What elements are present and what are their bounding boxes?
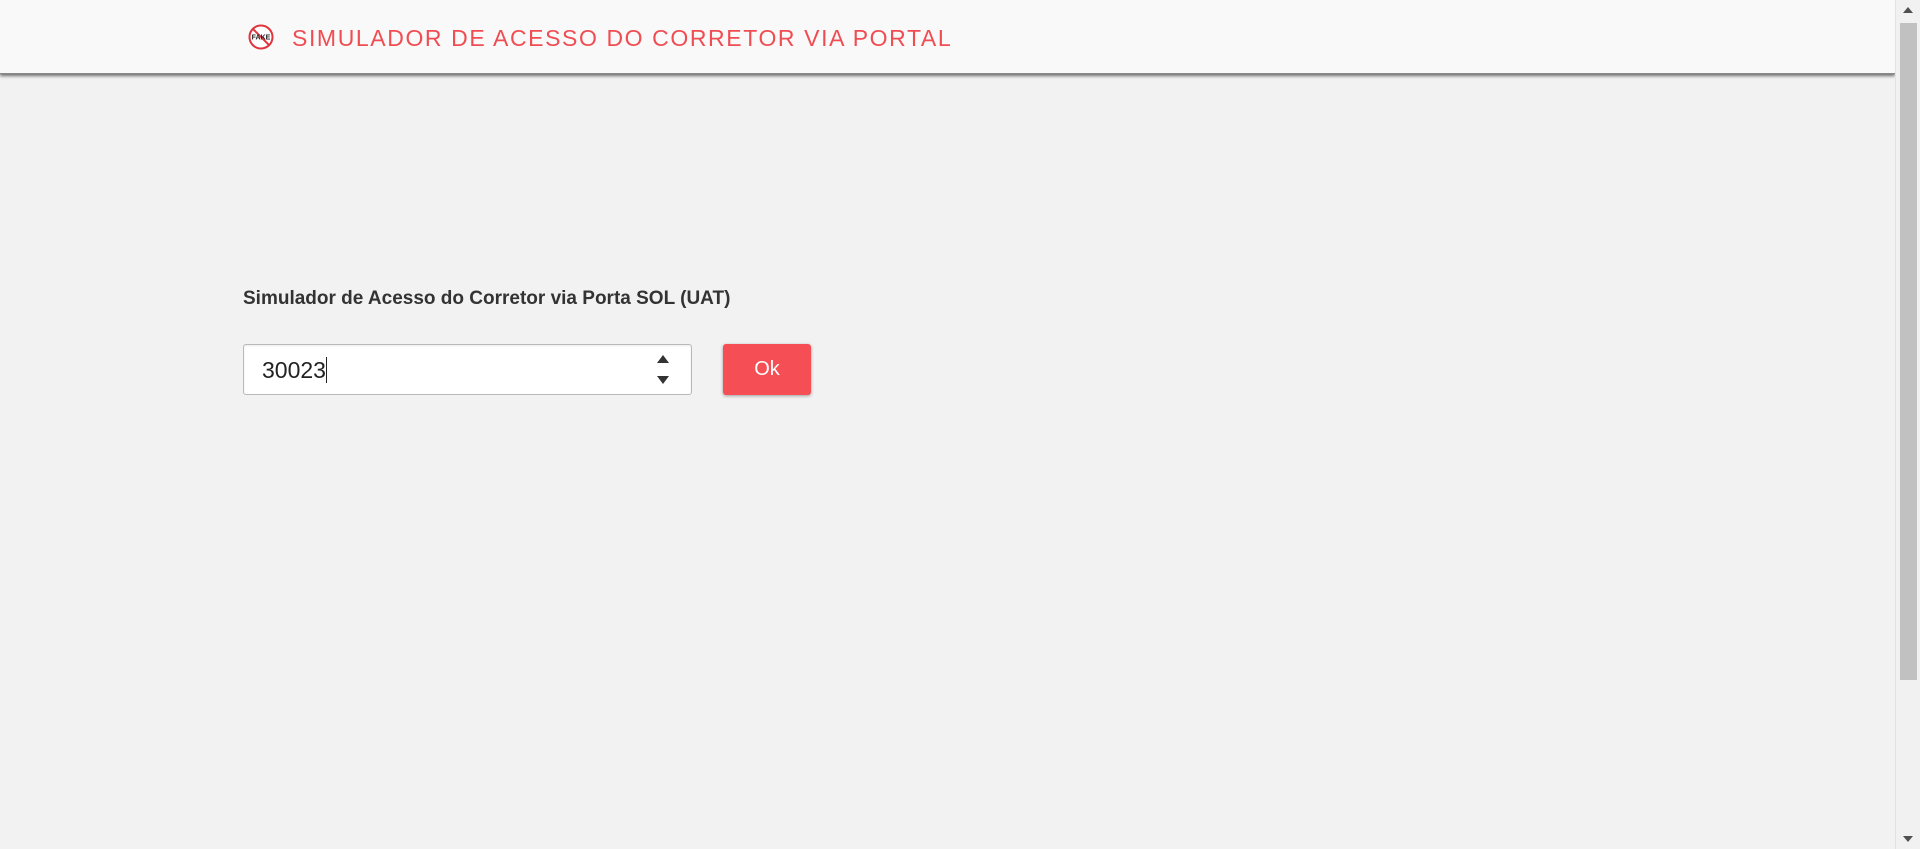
- input-text: 30023: [262, 357, 326, 383]
- triangle-down-icon: [657, 375, 669, 384]
- vertical-scrollbar[interactable]: [1895, 0, 1920, 849]
- scrollbar-thumb[interactable]: [1900, 23, 1917, 680]
- ok-button[interactable]: Ok: [723, 344, 811, 395]
- corretor-code-value[interactable]: 30023: [262, 357, 327, 383]
- number-spinner: [653, 349, 673, 390]
- text-caret: [325, 357, 327, 383]
- app-header: FAKE SIMULADOR DE ACESSO DO CORRETOR VIA…: [0, 0, 1895, 74]
- corretor-code-input[interactable]: 30023: [243, 344, 692, 395]
- app-page: FAKE SIMULADOR DE ACESSO DO CORRETOR VIA…: [0, 0, 1895, 849]
- triangle-up-icon: [657, 355, 669, 364]
- page-title: SIMULADOR DE ACESSO DO CORRETOR VIA PORT…: [292, 25, 953, 51]
- form-label: Simulador de Acesso do Corretor via Port…: [243, 288, 731, 309]
- scroll-down-arrow-icon: [1903, 836, 1913, 842]
- fake-stamp-icon: FAKE: [248, 24, 274, 50]
- spin-up-button[interactable]: [653, 349, 673, 370]
- logo-text: FAKE: [252, 35, 271, 42]
- scroll-up-arrow-icon: [1903, 7, 1913, 13]
- scroll-down-button[interactable]: [1896, 829, 1920, 849]
- scroll-up-button[interactable]: [1896, 0, 1920, 20]
- spin-down-button[interactable]: [653, 370, 673, 391]
